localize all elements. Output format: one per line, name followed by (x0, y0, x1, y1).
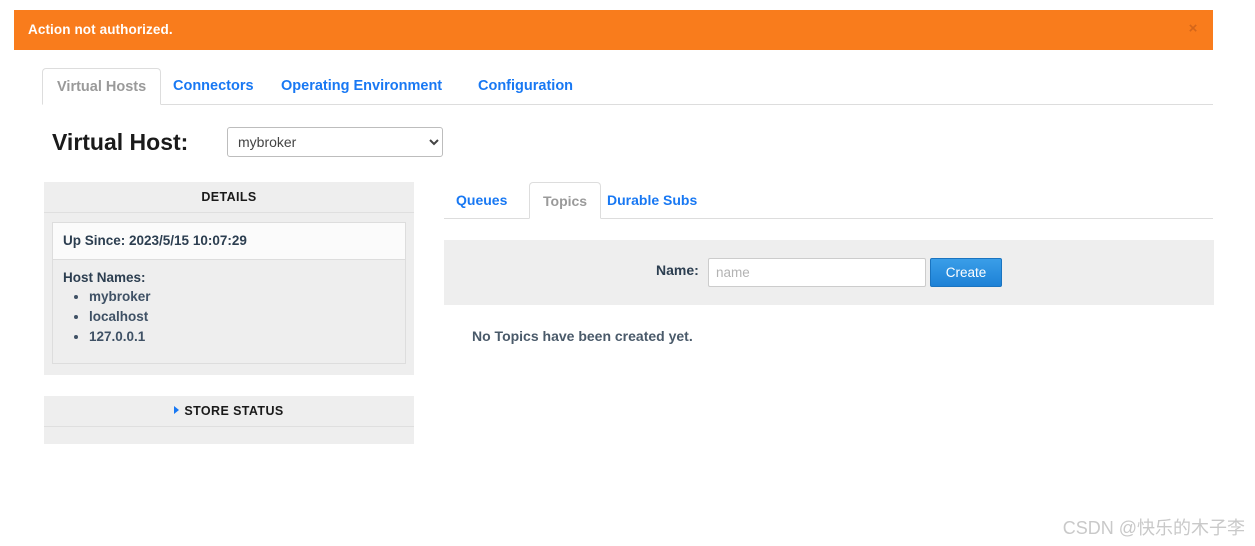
details-content-box: Up Since: 2023/5/15 10:07:29 Host Names:… (52, 222, 406, 364)
host-names-section: Host Names: mybroker localhost 127.0.0.1 (53, 260, 405, 363)
create-button[interactable]: Create (930, 258, 1002, 287)
virtual-host-select[interactable]: mybroker (227, 127, 443, 157)
tab-durable-subs[interactable]: Durable Subs (607, 182, 697, 218)
store-status-label: STORE STATUS (184, 404, 284, 418)
tab-configuration[interactable]: Configuration (478, 68, 573, 104)
host-names-list: mybroker localhost 127.0.0.1 (63, 287, 395, 347)
list-item: 127.0.0.1 (89, 327, 395, 347)
empty-state-message: No Topics have been created yet. (472, 328, 693, 344)
sub-tab-bar: Queues Topics Durable Subs (444, 182, 1213, 219)
tab-virtual-hosts[interactable]: Virtual Hosts (42, 68, 162, 105)
list-item: localhost (89, 307, 395, 327)
name-input[interactable] (708, 258, 926, 287)
list-item: mybroker (89, 287, 395, 307)
up-since-row: Up Since: 2023/5/15 10:07:29 (53, 223, 405, 260)
watermark: CSDN @快乐的木子李 (1062, 518, 1245, 538)
alert-message: Action not authorized. (28, 22, 173, 37)
tab-topics[interactable]: Topics (529, 182, 602, 219)
name-label: Name: (656, 262, 699, 278)
store-status-heading[interactable]: STORE STATUS (44, 396, 414, 427)
page-title: Virtual Host: (52, 129, 189, 155)
create-topic-form: Name: Create (444, 240, 1214, 305)
caret-right-icon (174, 406, 180, 414)
host-names-label: Host Names: (63, 270, 146, 285)
close-icon[interactable]: × (1184, 20, 1202, 38)
alert-banner: Action not authorized. × (14, 10, 1213, 50)
tab-queues[interactable]: Queues (456, 182, 507, 218)
store-status-panel[interactable]: STORE STATUS (44, 396, 414, 444)
details-panel-heading: DETAILS (44, 182, 414, 213)
primary-tab-bar: Virtual Hosts Connectors Operating Envir… (42, 68, 1213, 105)
details-panel: DETAILS Up Since: 2023/5/15 10:07:29 Hos… (44, 182, 414, 375)
tab-operating-environment[interactable]: Operating Environment (281, 68, 442, 104)
tab-connectors[interactable]: Connectors (173, 68, 254, 104)
